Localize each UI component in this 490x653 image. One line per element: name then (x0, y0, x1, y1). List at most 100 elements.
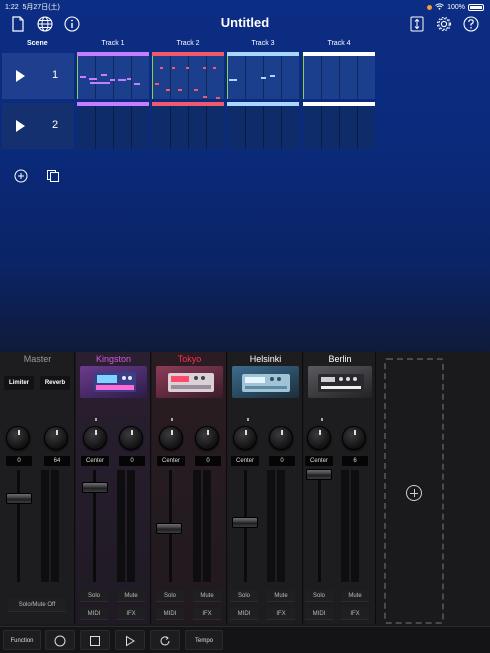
fader-track (318, 470, 321, 582)
channel-name[interactable]: Kingston (76, 354, 151, 364)
volume-fader[interactable] (306, 469, 332, 480)
channel-strip-helsinki: Helsinki Center 0 Solo Mute MIDI IFX (228, 352, 303, 624)
channel-strip-tokyo: Tokyo Center 0 Solo Mute MIDI IFX (152, 352, 227, 624)
ifx-button[interactable]: IFX (341, 608, 369, 620)
clip-track3-scene1[interactable] (227, 52, 299, 99)
stop-icon (90, 636, 100, 646)
mute-button[interactable]: Mute (117, 590, 145, 602)
track-header-4[interactable]: Track 4 (303, 40, 375, 47)
track-header-2[interactable]: Track 2 (152, 40, 224, 47)
updown-icon[interactable] (410, 16, 426, 32)
add-scene-icon[interactable] (14, 169, 28, 183)
clip-track4-scene1[interactable] (303, 52, 375, 99)
master-value-left: 0 (6, 456, 32, 466)
clip-track1-scene2[interactable] (77, 102, 149, 149)
midi-button[interactable]: MIDI (230, 608, 258, 620)
clip-track2-scene2[interactable] (152, 102, 224, 149)
status-right: 100% (427, 2, 484, 12)
duplicate-icon[interactable] (46, 169, 60, 183)
level-knob[interactable] (195, 426, 219, 450)
battery-percent: 100% (447, 3, 465, 11)
clip-track1-scene1[interactable] (77, 52, 149, 99)
play-icon (16, 120, 25, 132)
scene-column-header: Scene (27, 40, 48, 47)
scene-launch-2[interactable]: 2 (2, 103, 74, 149)
record-icon (54, 635, 66, 647)
help-icon[interactable] (463, 16, 479, 32)
berlin-synth-image[interactable] (308, 366, 372, 398)
channel-name[interactable]: Tokyo (152, 354, 227, 364)
channel-name[interactable]: Helsinki (228, 354, 303, 364)
volume-fader[interactable] (82, 482, 108, 493)
mute-button[interactable]: Mute (341, 590, 369, 602)
solo-mute-off-button[interactable]: Solo/Mute Off (8, 598, 66, 612)
master-fader-track (17, 470, 20, 582)
ifx-button[interactable]: IFX (193, 608, 221, 620)
tempo-button[interactable]: Tempo (185, 630, 223, 650)
reverb-button[interactable]: Reverb (40, 376, 70, 390)
add-track-area[interactable] (384, 358, 444, 624)
midi-button[interactable]: MIDI (156, 608, 184, 620)
add-track-icon[interactable] (406, 485, 422, 501)
solo-button[interactable]: Solo (156, 590, 184, 602)
clip-track4-scene2[interactable] (303, 102, 375, 149)
level-value: 6 (342, 456, 368, 466)
wifi-icon (435, 2, 444, 12)
master-meter-right (51, 470, 59, 582)
pan-knob[interactable] (307, 426, 331, 450)
level-value: 0 (119, 456, 145, 466)
pan-value: Center (81, 456, 109, 466)
track-header-3[interactable]: Track 3 (227, 40, 299, 47)
pan-knob[interactable] (233, 426, 257, 450)
channel-strip-kingston: Kingston Center 0 Solo Mute MIDI IFX (76, 352, 151, 624)
midi-button[interactable]: MIDI (305, 608, 333, 620)
limiter-button[interactable]: Limiter (4, 376, 34, 390)
loop-button[interactable] (150, 630, 180, 650)
tokyo-synth-image[interactable] (156, 366, 223, 398)
kingston-synth-image[interactable] (80, 366, 147, 398)
master-fader[interactable] (6, 493, 32, 504)
pan-value: Center (231, 456, 259, 466)
solo-button[interactable]: Solo (305, 590, 333, 602)
helsinki-synth-image[interactable] (232, 366, 299, 398)
location-dot-icon (427, 4, 433, 10)
status-bar: 1:22 5月27日(土) 100% (5, 2, 484, 12)
volume-fader[interactable] (156, 523, 182, 534)
midi-button[interactable]: MIDI (80, 608, 108, 620)
pan-value: Center (305, 456, 333, 466)
master-knob-left[interactable] (6, 426, 30, 450)
ifx-button[interactable]: IFX (267, 608, 295, 620)
mute-button[interactable]: Mute (267, 590, 295, 602)
meter-left (193, 470, 201, 582)
solo-button[interactable]: Solo (80, 590, 108, 602)
meter-left (341, 470, 349, 582)
ifx-button[interactable]: IFX (117, 608, 145, 620)
transport-bar: Function Tempo (0, 626, 490, 653)
level-value: 0 (269, 456, 295, 466)
clip-track3-scene2[interactable] (227, 102, 299, 149)
function-button[interactable]: Function (3, 630, 41, 650)
volume-fader[interactable] (232, 517, 258, 528)
scene-number: 1 (52, 69, 59, 81)
scene-launch-1[interactable]: 1 (2, 53, 74, 99)
record-button[interactable] (45, 630, 75, 650)
master-strip: Master Limiter Reverb 0 64 Solo/Mute Off (0, 352, 75, 624)
meter-right (277, 470, 285, 582)
clip-track2-scene1[interactable] (152, 52, 224, 99)
level-knob[interactable] (269, 426, 293, 450)
gear-icon[interactable] (436, 16, 452, 32)
mute-button[interactable]: Mute (193, 590, 221, 602)
stop-button[interactable] (80, 630, 110, 650)
master-knob-right[interactable] (44, 426, 68, 450)
channel-name[interactable]: Berlin (304, 354, 376, 364)
meter-left (117, 470, 125, 582)
level-knob[interactable] (342, 426, 366, 450)
solo-button[interactable]: Solo (230, 590, 258, 602)
level-knob[interactable] (119, 426, 143, 450)
pan-knob[interactable] (159, 426, 183, 450)
track-header-1[interactable]: Track 1 (77, 40, 149, 47)
pan-knob[interactable] (83, 426, 107, 450)
loop-icon (160, 636, 170, 646)
play-button[interactable] (115, 630, 145, 650)
mixer-panel: Master Limiter Reverb 0 64 Solo/Mute Off… (0, 352, 490, 653)
